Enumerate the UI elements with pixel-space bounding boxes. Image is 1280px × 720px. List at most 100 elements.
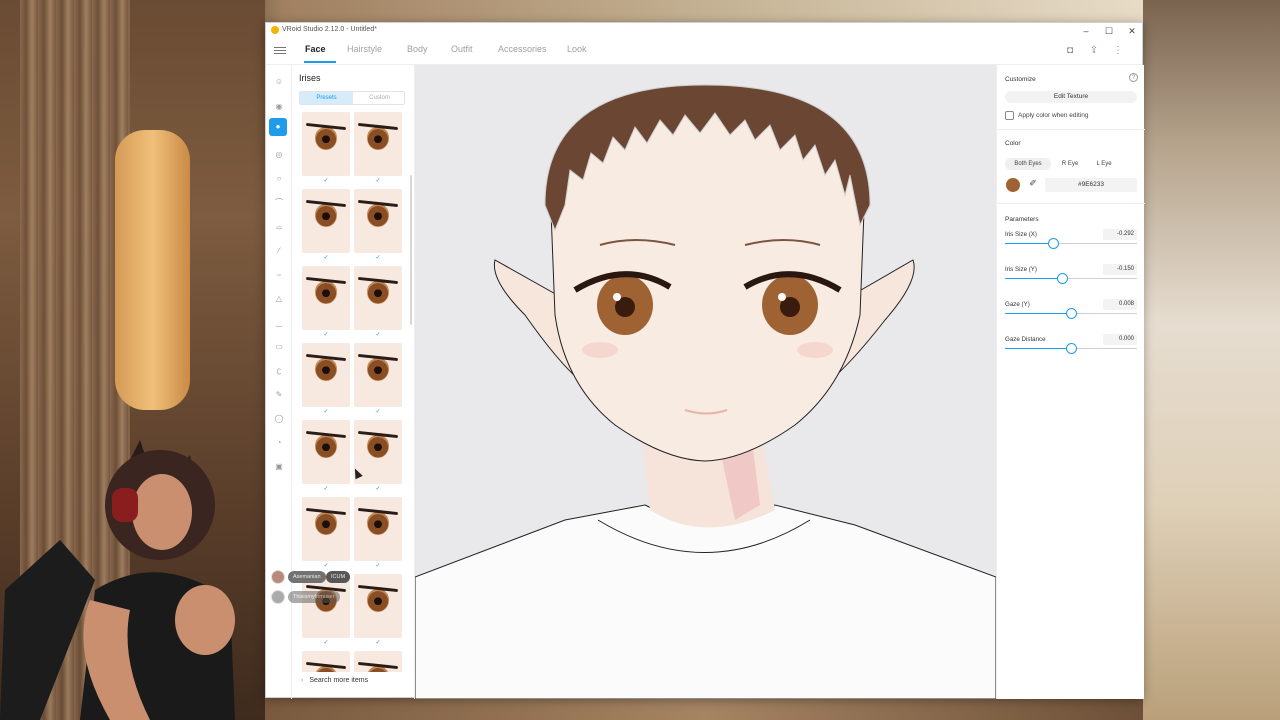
iris-preview (367, 203, 389, 227)
eyebrow-brush-icon[interactable]: ∕ (272, 244, 286, 258)
iris-preset-tile[interactable] (302, 420, 350, 484)
iris-preset-tile[interactable] (302, 651, 350, 672)
iris-preset-tile[interactable] (302, 266, 350, 330)
iris-preset-tile[interactable] (302, 574, 350, 638)
slider-fill (1005, 313, 1071, 314)
iris-preset-tile[interactable] (354, 651, 402, 672)
tab-body[interactable]: Body (407, 44, 428, 54)
preset-subtabs: Presets Custom (299, 91, 405, 105)
customize-panel: Customize ? Edit Texture Apply color whe… (996, 65, 1145, 699)
eye-shape-icon[interactable]: ○ (272, 172, 286, 186)
profile-icon[interactable]: ◔ (272, 436, 286, 450)
iris-preset-tile[interactable] (302, 497, 350, 561)
iris-preset-tile[interactable] (302, 112, 350, 176)
close-button[interactable]: ✕ (1125, 25, 1139, 37)
param-slider[interactable] (1005, 343, 1137, 354)
download-check-icon: ✓ (375, 178, 381, 184)
hex-color-input[interactable]: #9E6233 (1045, 178, 1137, 192)
tab-look[interactable]: Look (567, 44, 587, 54)
iris-preset-tile[interactable] (354, 266, 402, 330)
nose-icon[interactable]: △ (272, 292, 286, 306)
param-value-input[interactable]: -0.292 (1103, 229, 1137, 240)
iris-preset-tile[interactable] (302, 343, 350, 407)
param-label: Gaze Distance (1005, 336, 1046, 343)
hamburger-menu-icon[interactable] (274, 45, 286, 57)
background-window (1143, 0, 1280, 720)
iris-preset-tile[interactable] (354, 343, 402, 407)
eyebrow-icon[interactable]: ⌣ (272, 268, 286, 282)
divider (997, 203, 1145, 204)
tab-both-eyes[interactable]: Both Eyes (1005, 158, 1051, 170)
tab-l-eye[interactable]: L Eye (1089, 158, 1119, 170)
iris-preset-tile[interactable] (354, 574, 402, 638)
download-check-icon: ✓ (323, 178, 329, 184)
eyeline-icon[interactable]: ⌒ (272, 196, 286, 210)
search-more-label: Search more items (309, 677, 369, 684)
download-check-icon: ✓ (323, 409, 329, 415)
iris-preview (315, 511, 337, 535)
tab-custom[interactable]: Custom (353, 92, 406, 104)
panel-scrollbar[interactable] (410, 175, 412, 325)
iris-preset-tile[interactable] (354, 189, 402, 253)
face-set-icon[interactable]: ☺ (272, 75, 286, 89)
background-desk (265, 698, 1143, 720)
tab-face[interactable]: Face (305, 44, 326, 54)
apply-color-checkbox[interactable]: Apply color when editing (1005, 111, 1145, 121)
checkbox-icon[interactable] (1005, 111, 1014, 120)
title-bar: VRoid Studio 2.12.0 - Untitled* – ☐ ✕ (266, 23, 1142, 39)
edit-texture-button[interactable]: Edit Texture (1005, 91, 1137, 103)
head-shape-icon[interactable]: ◯ (272, 412, 286, 426)
search-more-items-link[interactable]: › Search more items (301, 677, 368, 684)
mouth-icon[interactable]: ‿ (272, 316, 286, 330)
color-title: Color (1005, 140, 1021, 147)
iris-preset-grid: ✓ ✓ ✓ ✓ ✓ ✓ ✓ ✓ ✓ ✓ ✓ ✓ ✓ ✓ (302, 112, 406, 672)
tab-outfit[interactable]: Outfit (451, 44, 473, 54)
parameters-title: Parameters (1005, 216, 1039, 223)
iris-preview (315, 203, 337, 227)
more-vertical-icon[interactable]: ⋮ (1112, 45, 1124, 57)
slider-knob[interactable] (1047, 238, 1059, 249)
avatar-model-render (415, 84, 996, 699)
download-check-icon: ✓ (323, 640, 329, 646)
param-slider[interactable] (1005, 308, 1137, 319)
color-swatch[interactable] (1006, 178, 1020, 192)
iris-preset-tile[interactable] (354, 112, 402, 176)
eye-icon[interactable]: ◉ (272, 100, 286, 114)
eye-white-icon[interactable]: ◎ (272, 148, 286, 162)
chat-username: Thisismyfirmuser (288, 591, 340, 603)
brush-icon[interactable]: ✎ (272, 388, 286, 402)
iris-preset-tile[interactable] (354, 497, 402, 561)
download-check-icon: ✓ (375, 332, 381, 338)
teeth-icon[interactable]: ▭ (272, 340, 286, 354)
iris-preset-tile[interactable] (302, 189, 350, 253)
help-icon[interactable]: ? (1129, 73, 1138, 82)
minimize-button[interactable]: – (1079, 25, 1093, 37)
param-value-input[interactable]: 0.008 (1103, 299, 1137, 310)
window-title: VRoid Studio 2.12.0 - Untitled* (282, 26, 377, 33)
iris-preview (367, 280, 389, 304)
iris-preview (367, 357, 389, 381)
tab-hairstyle[interactable]: Hairstyle (347, 44, 382, 54)
download-check-icon: ✓ (375, 563, 381, 569)
3d-viewport[interactable] (415, 65, 996, 699)
eyelash-icon[interactable]: ⌓ (272, 220, 286, 234)
param-slider[interactable] (1005, 238, 1137, 249)
ear-icon[interactable]: ʗ (272, 364, 286, 378)
param-value-input[interactable]: -0.150 (1103, 264, 1137, 275)
camera-icon[interactable]: ◘ (1064, 45, 1076, 57)
iris-icon[interactable]: ● (269, 118, 287, 136)
eyedropper-icon[interactable]: ✐ (1027, 178, 1039, 192)
maximize-button[interactable]: ☐ (1102, 25, 1116, 37)
slider-knob[interactable] (1066, 343, 1077, 354)
slider-knob[interactable] (1066, 308, 1077, 319)
tab-presets[interactable]: Presets (300, 92, 353, 104)
slider-knob[interactable] (1056, 273, 1068, 284)
param-slider[interactable] (1005, 273, 1137, 284)
tab-accessories[interactable]: Accessories (498, 44, 547, 54)
param-value-input[interactable]: 0.000 (1103, 334, 1137, 345)
chat-badge: ICUM (326, 571, 351, 583)
tab-r-eye[interactable]: R Eye (1055, 158, 1085, 170)
face-paint-icon[interactable]: ▣ (272, 460, 286, 474)
export-icon[interactable]: ⇪ (1088, 45, 1100, 57)
param-label: Iris Size (X) (1005, 231, 1037, 238)
